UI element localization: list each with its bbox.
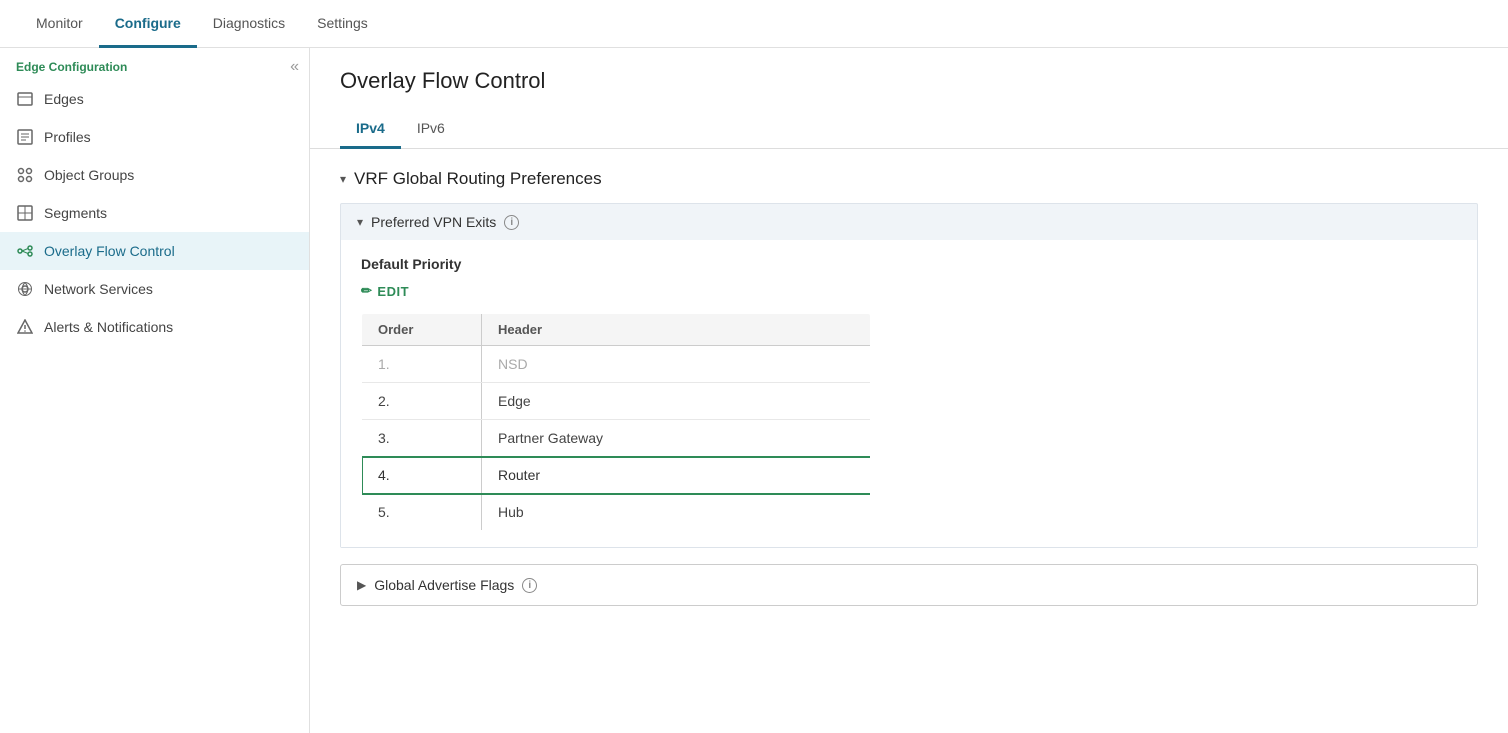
table-row: 5.Hub — [362, 494, 871, 531]
sidebar-item-segments-label: Segments — [44, 205, 107, 221]
sidebar-item-object-groups[interactable]: Object Groups — [0, 156, 309, 194]
sidebar-collapse-button[interactable]: « — [290, 58, 299, 76]
sidebar-item-alerts-label: Alerts & Notifications — [44, 319, 173, 335]
global-flags-chevron-icon: ▶ — [357, 578, 366, 592]
sidebar-item-edges-label: Edges — [44, 91, 84, 107]
network-icon — [16, 280, 34, 298]
global-flags-info-icon: i — [522, 578, 537, 593]
cell-header: Hub — [482, 494, 871, 531]
cell-header: Router — [482, 457, 871, 494]
object-groups-icon — [16, 166, 34, 184]
subsection-header[interactable]: ▾ Preferred VPN Exits i — [341, 204, 1477, 240]
global-advertise-flags-section: ▶ Global Advertise Flags i — [340, 564, 1478, 606]
table-row: 2.Edge — [362, 383, 871, 420]
cell-order: 4. — [362, 457, 482, 494]
table-row: 1.NSD — [362, 346, 871, 383]
preferred-vpn-exits-subsection: ▾ Preferred VPN Exits i Default Priority… — [340, 203, 1478, 548]
vrf-chevron-icon: ▾ — [340, 172, 346, 186]
edit-button[interactable]: ✏ EDIT — [361, 283, 409, 299]
sidebar-item-alerts[interactable]: Alerts & Notifications — [0, 308, 309, 346]
vrf-section-title: VRF Global Routing Preferences — [354, 169, 602, 189]
cell-header: NSD — [482, 346, 871, 383]
profiles-icon — [16, 128, 34, 146]
main-layout: « Edge Configuration Edges — [0, 48, 1508, 733]
table-row: 4.Router — [362, 457, 871, 494]
nav-configure[interactable]: Configure — [99, 1, 197, 48]
sidebar-item-edges[interactable]: Edges — [0, 80, 309, 118]
segments-icon — [16, 204, 34, 222]
cell-order: 3. — [362, 420, 482, 457]
edges-icon — [16, 90, 34, 108]
cell-order: 1. — [362, 346, 482, 383]
vrf-section-header: ▾ VRF Global Routing Preferences — [340, 169, 1478, 189]
overlay-icon — [16, 242, 34, 260]
cell-order: 5. — [362, 494, 482, 531]
edit-label: EDIT — [377, 284, 409, 299]
edit-pencil-icon: ✏ — [361, 283, 372, 299]
content-area: ▾ VRF Global Routing Preferences ▾ Prefe… — [310, 149, 1508, 626]
subsection-title: Preferred VPN Exits — [371, 214, 496, 230]
sidebar-section-title: Edge Configuration — [0, 48, 309, 80]
sidebar-item-network-services[interactable]: Network Services — [0, 270, 309, 308]
nav-diagnostics[interactable]: Diagnostics — [197, 1, 301, 48]
cell-header: Edge — [482, 383, 871, 420]
global-flags-header[interactable]: ▶ Global Advertise Flags i — [341, 565, 1477, 605]
alert-icon — [16, 318, 34, 336]
table-header-row: Order Header — [362, 314, 871, 346]
sidebar-item-segments[interactable]: Segments — [0, 194, 309, 232]
global-flags-title: Global Advertise Flags — [374, 577, 514, 593]
table-row: 3.Partner Gateway — [362, 420, 871, 457]
cell-order: 2. — [362, 383, 482, 420]
sidebar-item-profiles-label: Profiles — [44, 129, 91, 145]
sidebar-item-network-services-label: Network Services — [44, 281, 153, 297]
nav-settings[interactable]: Settings — [301, 1, 384, 48]
default-priority-label: Default Priority — [361, 256, 1457, 272]
sidebar-item-overlay-flow-control[interactable]: Overlay Flow Control — [0, 232, 309, 270]
col-order: Order — [362, 314, 482, 346]
tab-ipv6[interactable]: IPv6 — [401, 110, 461, 149]
info-icon: i — [504, 215, 519, 230]
tabs: IPv4 IPv6 — [310, 110, 1508, 149]
main-content: Overlay Flow Control IPv4 IPv6 ▾ VRF Glo… — [310, 48, 1508, 733]
tab-ipv4[interactable]: IPv4 — [340, 110, 401, 149]
col-header: Header — [482, 314, 871, 346]
subsection-body: Default Priority ✏ EDIT Order Header — [341, 240, 1477, 547]
cell-header: Partner Gateway — [482, 420, 871, 457]
priority-table: Order Header 1.NSD2.Edge3.Partner Gatewa… — [361, 313, 871, 531]
page-title: Overlay Flow Control — [340, 68, 1478, 94]
sidebar-item-profiles[interactable]: Profiles — [0, 118, 309, 156]
sidebar: « Edge Configuration Edges — [0, 48, 310, 733]
page-header: Overlay Flow Control — [310, 48, 1508, 94]
sidebar-item-overlay-label: Overlay Flow Control — [44, 243, 175, 259]
sidebar-item-object-groups-label: Object Groups — [44, 167, 134, 183]
top-nav: Monitor Configure Diagnostics Settings — [0, 0, 1508, 48]
nav-monitor[interactable]: Monitor — [20, 1, 99, 48]
subsection-chevron-icon: ▾ — [357, 215, 363, 229]
